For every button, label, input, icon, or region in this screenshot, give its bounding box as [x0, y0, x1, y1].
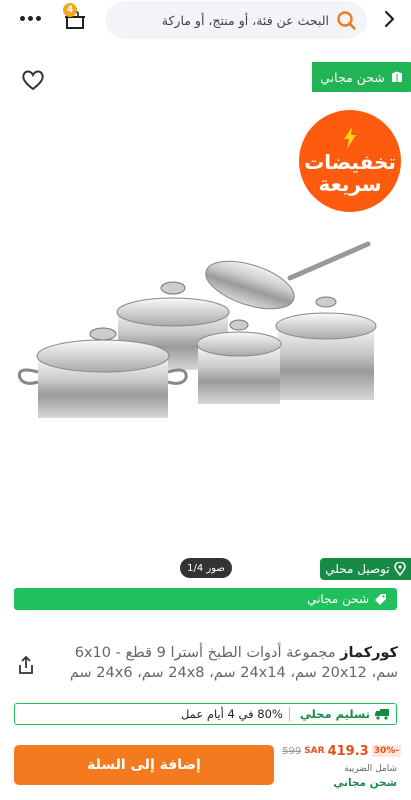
lightning-icon	[344, 127, 356, 149]
flash-sale-line1: تخفيضات	[304, 150, 396, 174]
currency: SAR	[304, 746, 325, 756]
tag-icon	[375, 593, 386, 605]
shipping-note: شحن مجاني	[333, 777, 397, 789]
location-pin-icon	[393, 562, 406, 576]
add-to-cart-button[interactable]: إضافة إلى السلة	[14, 745, 274, 785]
truck-icon	[375, 709, 389, 720]
old-price: 599	[282, 745, 302, 757]
share-icon[interactable]	[17, 655, 35, 675]
flash-sale-badge: تخفيضات سريعة	[299, 110, 401, 212]
delivery-info: 80% في 4 أيام عمل تسليم محلي	[14, 703, 397, 725]
delivery-label: تسليم محلي	[299, 707, 370, 721]
free-shipping-badge: شحن مجاني	[312, 62, 411, 92]
local-delivery-badge: توصيل محلي	[320, 558, 411, 580]
top-bar: 4 البحث عن فئة، أو منتج، أو ماركة	[0, 0, 411, 42]
free-shipping-bar-text: شحن مجاني	[307, 592, 369, 606]
box-icon	[391, 71, 402, 82]
favorite-heart-icon[interactable]	[20, 67, 46, 93]
delivery-detail: 80% في 4 أيام عمل	[180, 707, 283, 721]
photos-counter: صور 1/4	[180, 558, 232, 578]
product-brand[interactable]: كوركماز	[340, 645, 398, 661]
more-options-icon[interactable]	[20, 8, 42, 28]
price-row: 599 SAR 419.3 30%-	[282, 740, 401, 762]
cart-count-badge: 4	[63, 3, 77, 17]
free-shipping-bar: شحن مجاني	[14, 588, 397, 610]
local-delivery-text: توصيل محلي	[325, 562, 390, 576]
divider	[288, 707, 290, 721]
current-price: 419.3	[327, 743, 369, 759]
discount-badge: 30%-	[371, 745, 401, 757]
search-icon	[337, 11, 356, 30]
back-arrow-icon[interactable]	[378, 8, 400, 30]
free-shipping-text: شحن مجاني	[320, 69, 385, 85]
product-title: كوركماز مجموعة أدوات الطبخ أسترا 9 قطع -…	[48, 643, 398, 683]
tax-note: شامل الضريبة	[344, 764, 397, 774]
flash-sale-line2: سريعة	[318, 172, 382, 196]
product-image[interactable]	[10, 230, 400, 430]
search-input[interactable]: البحث عن فئة، أو منتج، أو ماركة	[105, 1, 367, 39]
search-placeholder: البحث عن فئة، أو منتج، أو ماركة	[161, 12, 329, 28]
